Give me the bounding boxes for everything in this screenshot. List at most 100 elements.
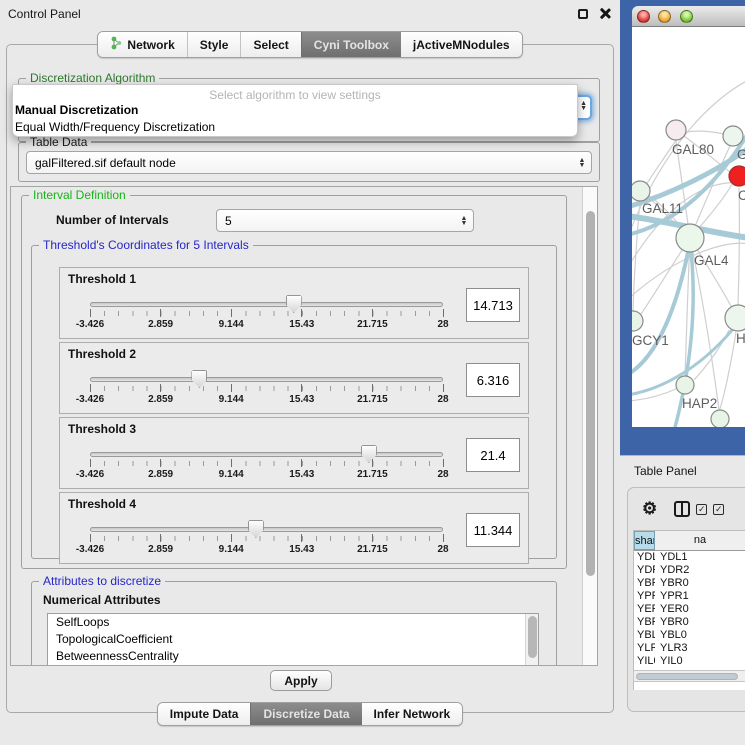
- slider-major-tick: [443, 534, 444, 542]
- table-row[interactable]: YDL19...YDL1: [634, 551, 745, 564]
- gear-icon[interactable]: ⚙: [642, 500, 657, 518]
- column-header-shared[interactable]: shared...: [634, 531, 655, 550]
- table-cell[interactable]: YPR145W: [634, 590, 655, 603]
- network-edge: [685, 131, 724, 134]
- table-cell[interactable]: YBL079W: [634, 629, 655, 642]
- control-panel-titlebar: Control Panel: [0, 0, 620, 28]
- network-node[interactable]: [632, 181, 650, 201]
- table-cell[interactable]: YER0: [655, 603, 745, 616]
- network-node[interactable]: [711, 410, 729, 427]
- dropdown-option-equal-width-frequency[interactable]: Equal Width/Frequency Discretization: [13, 119, 577, 136]
- table-cell[interactable]: YER054C: [634, 603, 655, 616]
- numerical-attributes-label: Numerical Attributes: [43, 593, 161, 607]
- network-node[interactable]: [676, 376, 694, 394]
- table-cell[interactable]: YDL19...: [634, 551, 655, 564]
- slider-tick-label: 21.715: [357, 469, 388, 480]
- minimize-window-icon[interactable]: [658, 10, 671, 23]
- combo-arrows-icon: ▲▼: [575, 158, 591, 168]
- checkbox-icon[interactable]: ✓: [713, 504, 724, 515]
- threshold-1-value-field[interactable]: [466, 288, 520, 322]
- threshold-4-slider[interactable]: -3.4262.8599.14415.4321.71528: [82, 519, 495, 563]
- tab-cyni-toolbox[interactable]: Cyni Toolbox: [301, 32, 401, 57]
- tab-discretize-data[interactable]: Discretize Data: [250, 703, 361, 725]
- slider-tick-label: 2.859: [148, 469, 173, 480]
- table-cell[interactable]: YDR27...: [634, 564, 655, 577]
- network-view[interactable]: GAL80GCGAL11GAL4GCY1HHAP2: [632, 27, 745, 427]
- list-scrollbar-thumb[interactable]: [528, 616, 537, 658]
- zoom-window-icon[interactable]: [680, 10, 693, 23]
- slider-tick-label: 2.859: [148, 319, 173, 330]
- apply-button[interactable]: Apply: [270, 670, 332, 691]
- slider-major-tick: [90, 309, 91, 317]
- dropdown-header: Select algorithm to view settings: [13, 85, 577, 102]
- network-node[interactable]: [729, 166, 745, 186]
- threshold-2-value-field[interactable]: [466, 363, 520, 397]
- slider-track[interactable]: [90, 527, 443, 532]
- table-row[interactable]: YIL052CYIL0: [634, 655, 745, 668]
- combo-value: 5: [225, 214, 232, 228]
- table-cell[interactable]: YBR0: [655, 616, 745, 629]
- slider-tick-label: 2.859: [148, 544, 173, 555]
- table-cell[interactable]: YBR0: [655, 577, 745, 590]
- horizontal-scrollbar-thumb[interactable]: [636, 673, 738, 680]
- table-cell[interactable]: YDL1: [655, 551, 745, 564]
- table-row[interactable]: YER054CYER0: [634, 603, 745, 616]
- slider-major-tick: [231, 459, 232, 467]
- table-row[interactable]: YLR345WYLR3: [634, 642, 745, 655]
- table-data-combobox[interactable]: galFiltered.sif default node ▲▼: [26, 151, 592, 174]
- network-window-titlebar[interactable]: [632, 6, 745, 27]
- close-panel-icon[interactable]: [598, 7, 611, 20]
- table-cell[interactable]: YIL052C: [634, 655, 655, 668]
- screen: Control Panel Network Style Select Cyni …: [0, 0, 745, 745]
- threshold-3-value-field[interactable]: [466, 438, 520, 472]
- tab-network[interactable]: Network: [98, 32, 186, 57]
- column-header-name[interactable]: na: [655, 531, 745, 550]
- dropdown-option-manual-discretization[interactable]: Manual Discretization: [13, 102, 577, 119]
- table-cell[interactable]: YBR043C: [634, 577, 655, 590]
- horizontal-scrollbar[interactable]: [633, 670, 745, 682]
- attribute-item[interactable]: TopologicalCoefficient: [48, 631, 538, 648]
- threshold-1-slider[interactable]: -3.4262.8599.14415.4321.71528: [82, 294, 495, 338]
- tab-infer-network[interactable]: Infer Network: [362, 703, 463, 725]
- threshold-3-slider[interactable]: -3.4262.8599.14415.4321.71528: [82, 444, 495, 488]
- table-cell[interactable]: YBL0: [655, 629, 745, 642]
- vertical-scrollbar[interactable]: [582, 187, 597, 665]
- table-cell[interactable]: YPR1: [655, 590, 745, 603]
- network-node[interactable]: [666, 120, 686, 140]
- table-row[interactable]: YDR27...YDR2: [634, 564, 745, 577]
- number-of-intervals-combobox[interactable]: 5 ▲▼: [216, 209, 474, 232]
- table-cell[interactable]: YIL0: [655, 655, 745, 668]
- tab-select[interactable]: Select: [240, 32, 300, 57]
- vertical-scrollbar-thumb[interactable]: [586, 211, 595, 576]
- slider-track[interactable]: [90, 302, 443, 307]
- split-view-icon[interactable]: [674, 501, 690, 517]
- slider-track[interactable]: [90, 452, 443, 457]
- close-window-icon[interactable]: [637, 10, 650, 23]
- table-cell[interactable]: YDR2: [655, 564, 745, 577]
- tab-impute-data[interactable]: Impute Data: [158, 703, 251, 725]
- threshold-4-value-field[interactable]: [466, 513, 520, 547]
- list-scrollbar[interactable]: [525, 614, 538, 666]
- tab-style[interactable]: Style: [187, 32, 241, 57]
- slider-major-tick: [372, 309, 373, 317]
- table-row[interactable]: YBR043CYBR0: [634, 577, 745, 590]
- table-cell[interactable]: YLR345W: [634, 642, 655, 655]
- table-cell[interactable]: YBR045C: [634, 616, 655, 629]
- checkbox-icon[interactable]: ✓: [696, 504, 707, 515]
- network-node-label: GAL11: [642, 201, 683, 216]
- table-row[interactable]: YBR045CYBR0: [634, 616, 745, 629]
- attribute-item[interactable]: BetweennessCentrality: [48, 648, 538, 665]
- table-cell[interactable]: YLR3: [655, 642, 745, 655]
- network-node[interactable]: [725, 305, 745, 331]
- table-row[interactable]: YBL079WYBL0: [634, 629, 745, 642]
- network-node[interactable]: [676, 224, 704, 252]
- attribute-item[interactable]: SelfLoops: [48, 614, 538, 631]
- network-node[interactable]: [723, 126, 743, 146]
- numerical-attributes-list[interactable]: SelfLoopsTopologicalCoefficientBetweenne…: [47, 613, 539, 666]
- float-window-icon[interactable]: [578, 9, 588, 19]
- tab-jactivemnodules[interactable]: jActiveMNodules: [401, 32, 522, 57]
- network-node-label: GCY1: [632, 333, 669, 348]
- slider-track[interactable]: [90, 377, 443, 382]
- table-row[interactable]: YPR145WYPR1: [634, 590, 745, 603]
- threshold-2-slider[interactable]: -3.4262.8599.14415.4321.71528: [82, 369, 495, 413]
